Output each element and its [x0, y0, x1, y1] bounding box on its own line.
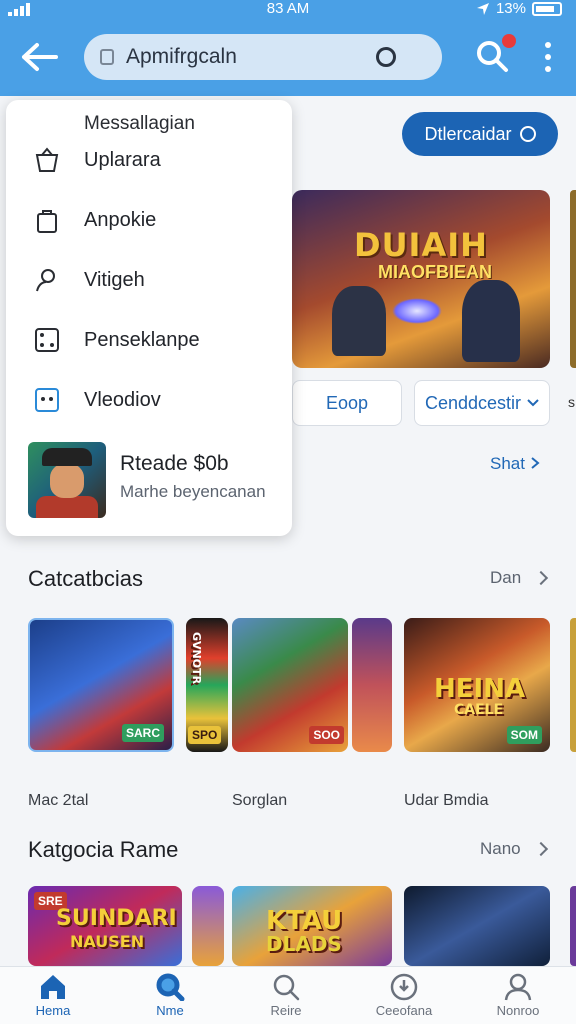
- search-input[interactable]: [126, 45, 366, 69]
- menu-item-1[interactable]: Anpokie: [6, 192, 292, 248]
- card-label: Udar Bmdia: [404, 792, 489, 809]
- chip-right[interactable]: Cenddcestir: [414, 380, 550, 426]
- dice-icon: [35, 328, 59, 352]
- game-card[interactable]: [404, 886, 550, 966]
- lock-icon: [100, 49, 114, 65]
- menu-item-label: Vitigeh: [84, 268, 145, 291]
- nav-label: Hema: [35, 1003, 71, 1018]
- game-card[interactable]: SOO: [232, 618, 348, 752]
- status-bar: 83 AM 13%: [0, 0, 576, 22]
- section-more-link[interactable]: Dan: [490, 568, 521, 588]
- profile-icon: [504, 973, 532, 1001]
- notification-dot: [502, 34, 516, 48]
- chevron-right-icon[interactable]: [533, 841, 549, 857]
- nav-search[interactable]: Reire: [236, 967, 336, 1024]
- card-side-text: GVNOTR: [190, 632, 203, 685]
- bag-icon: [37, 210, 57, 233]
- game-card[interactable]: SARC: [28, 618, 174, 752]
- section-title: Katgocia Rame: [28, 837, 179, 862]
- card-art-subtitle: NAUSEN: [70, 932, 145, 951]
- basket-icon: [35, 147, 59, 172]
- nav-label: Nonroo: [496, 1003, 540, 1018]
- nav-explore[interactable]: Nme: [120, 967, 220, 1024]
- promo-subtitle: Marhe beyencanan: [120, 482, 266, 501]
- hero-title: DUIAIH: [354, 226, 488, 264]
- menu-item-label: Penseklanpe: [84, 328, 200, 351]
- home-icon: [41, 975, 65, 999]
- person-icon: [36, 269, 55, 292]
- promo-title[interactable]: Rteade $0b: [120, 452, 229, 476]
- hero-banner[interactable]: DUIAIH MIAOFBIEAN: [292, 190, 550, 368]
- voice-search-icon[interactable]: [376, 47, 396, 67]
- shat-link[interactable]: Shat: [490, 454, 540, 474]
- card-art-subtitle: DLADS: [266, 932, 342, 956]
- nav-label: Nme: [156, 1003, 184, 1018]
- nav-label: Ceeofana: [375, 1003, 433, 1018]
- next-card-peek[interactable]: [570, 618, 576, 752]
- menu-item-3[interactable]: Penseklanpe: [6, 312, 292, 368]
- section-more-link[interactable]: Nano: [480, 839, 521, 859]
- bottom-navigation: Hema Nme Reire Ceeofana Nonroo: [0, 966, 576, 1024]
- card-label: Sorglan: [232, 792, 288, 809]
- shat-label: Shat: [490, 454, 525, 473]
- card-art-title: HEINA: [434, 674, 526, 704]
- nav-downloads[interactable]: Ceeofana: [354, 967, 454, 1024]
- promo-thumbnail[interactable]: [28, 442, 106, 518]
- location-arrow-icon: [476, 2, 489, 15]
- hero-subtitle: MIAOFBIEAN: [378, 262, 492, 282]
- search-active-icon: [156, 973, 185, 1001]
- game-card-strip[interactable]: GVNOTR SPO: [186, 618, 228, 752]
- magnifier-icon: [273, 974, 300, 1001]
- chip-right-label: Cenddcestir: [424, 392, 522, 413]
- chevron-right-icon: [531, 457, 540, 469]
- dropdown-menu: Messallagian Uplarara Anpokie Vitigeh Pe…: [6, 100, 292, 536]
- app-bar: 83 AM 13%: [0, 0, 576, 96]
- menu-item-0[interactable]: Uplarara: [6, 132, 292, 188]
- nav-label: Reire: [270, 1003, 302, 1018]
- nav-home[interactable]: Hema: [3, 967, 103, 1024]
- menu-item-2[interactable]: Vitigeh: [6, 252, 292, 308]
- download-label: Dtlercaidar: [424, 123, 512, 144]
- download-circle-icon: [519, 126, 536, 142]
- download-icon: [390, 973, 418, 1001]
- menu-item-label: Uplarara: [84, 148, 161, 171]
- chip-left[interactable]: Eoop: [292, 380, 402, 426]
- card-label: Mac 2tal: [28, 792, 89, 809]
- menu-item-label: Anpokie: [84, 208, 157, 231]
- menu-item-4[interactable]: Vleodiov: [6, 372, 292, 428]
- next-card-peek[interactable]: [570, 886, 576, 966]
- game-card[interactable]: SRE SUINDARI NAUSEN: [28, 886, 182, 966]
- dice-two-icon: [35, 388, 59, 412]
- chevron-down-icon: [527, 399, 539, 407]
- card-badge: SPO: [188, 726, 222, 744]
- battery-percent: 13%: [495, 0, 526, 17]
- game-card[interactable]: KTAU DLADS: [232, 886, 392, 966]
- card-badge: SARC: [121, 724, 164, 742]
- section-title: Catcatbcias: [28, 566, 143, 591]
- game-card-strip[interactable]: [192, 886, 224, 966]
- back-arrow-icon[interactable]: [20, 40, 60, 74]
- card-art-subtitle: CAELE: [454, 702, 504, 718]
- chip-left-label: Eoop: [325, 392, 369, 413]
- edge-label: s: [568, 394, 575, 410]
- chevron-right-icon[interactable]: [533, 570, 549, 586]
- search-bar[interactable]: [84, 34, 442, 80]
- more-options-icon[interactable]: [540, 42, 556, 72]
- card-badge: SOM: [506, 726, 542, 744]
- card-badge: SOO: [309, 726, 344, 744]
- download-button[interactable]: Dtlercaidar: [402, 112, 558, 156]
- hero-character-left: [332, 286, 386, 356]
- menu-item-label: Vleodiov: [84, 388, 161, 411]
- hero-energy-blast: [392, 298, 442, 324]
- game-card-strip[interactable]: [352, 618, 392, 752]
- battery-icon: [532, 1, 562, 16]
- card-art-title: SUINDARI: [56, 906, 177, 931]
- hero-character-right: [462, 280, 520, 362]
- hero-next-peek[interactable]: [570, 190, 576, 368]
- game-card[interactable]: HEINA CAELE SOM: [404, 618, 550, 752]
- nav-profile[interactable]: Nonroo: [468, 967, 568, 1024]
- status-right: 13%: [476, 0, 562, 17]
